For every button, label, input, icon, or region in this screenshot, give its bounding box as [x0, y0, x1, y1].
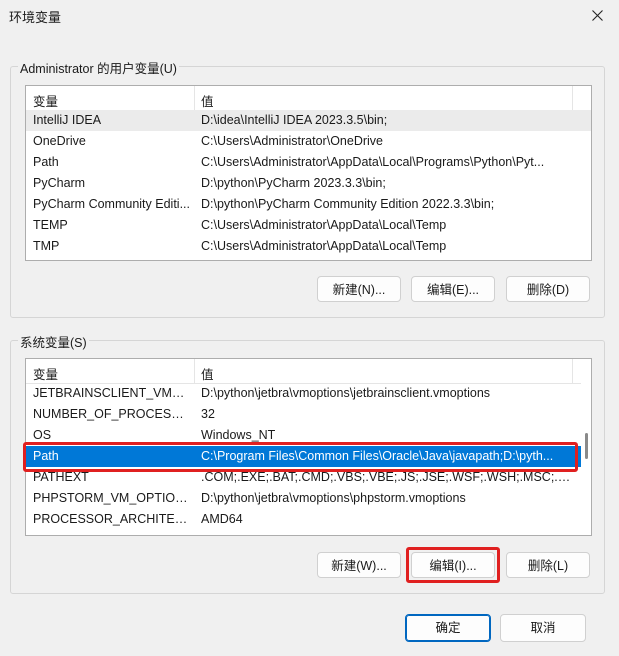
- column-header-value[interactable]: 值: [201, 91, 214, 110]
- variable-name: PyCharm: [33, 176, 86, 190]
- variable-name: NUMBER_OF_PROCESSORS: [33, 407, 191, 421]
- variable-name: PROCESSOR_ARCHITECT...: [33, 512, 191, 526]
- user-new-button[interactable]: 新建(N)...: [317, 276, 401, 302]
- variable-value: D:\python\PyCharm Community Edition 2022…: [201, 197, 495, 211]
- title-bar: 环境变量: [0, 0, 619, 30]
- cancel-button[interactable]: 取消: [500, 614, 586, 642]
- variable-name: OneDrive: [33, 134, 86, 148]
- variable-value: D:\idea\IntelliJ IDEA 2023.3.5\bin;: [201, 113, 388, 127]
- list-item[interactable]: PATHEXT .COM;.EXE;.BAT;.CMD;.VBS;.VBE;.JS…: [26, 467, 591, 488]
- column-divider[interactable]: [572, 86, 573, 110]
- list-item[interactable]: PHPSTORM_VM_OPTIONS D:\python\jetbra\vmop…: [26, 488, 591, 509]
- variable-value: C:\Users\Administrator\OneDrive: [201, 134, 383, 148]
- user-rows: IntelliJ IDEA D:\idea\IntelliJ IDEA 2023.…: [26, 110, 591, 257]
- variable-value: AMD64: [201, 512, 243, 526]
- variable-name: PyCharm Community Editi...: [33, 197, 190, 211]
- window-title: 环境变量: [9, 10, 62, 25]
- list-item[interactable]: JETBRAINSCLIENT_VM_O... D:\python\jetbra\…: [26, 383, 591, 404]
- vertical-scrollbar[interactable]: [581, 359, 591, 535]
- list-item[interactable]: PROCESSOR_ARCHITECT... AMD64: [26, 509, 591, 530]
- system-rows: JETBRAINSCLIENT_VM_O... D:\python\jetbra\…: [26, 383, 591, 530]
- variable-name: Path: [33, 155, 59, 169]
- list-item[interactable]: OneDrive C:\Users\Administrator\OneDrive: [26, 131, 591, 152]
- list-item[interactable]: IntelliJ IDEA D:\idea\IntelliJ IDEA 2023.…: [26, 110, 591, 131]
- user-variables-label: Administrator 的用户变量(U): [18, 58, 179, 77]
- list-item[interactable]: OS Windows_NT: [26, 425, 591, 446]
- system-new-button[interactable]: 新建(W)...: [317, 552, 401, 578]
- list-item[interactable]: NUMBER_OF_PROCESSORS 32: [26, 404, 591, 425]
- list-item-selected[interactable]: Path C:\Program Files\Common Files\Oracle…: [26, 446, 591, 467]
- list-item[interactable]: PyCharm Community Editi... D:\python\PyCh…: [26, 194, 591, 215]
- variable-value: C:\Users\Administrator\AppData\Local\Tem…: [201, 218, 447, 232]
- list-header: 变量 值: [26, 359, 591, 384]
- variable-name: JETBRAINSCLIENT_VM_O...: [33, 386, 191, 400]
- variable-value: 32: [201, 407, 215, 421]
- variable-value: Windows_NT: [201, 428, 276, 442]
- variable-value: D:\python\jetbra\vmoptions\jetbrainsclie…: [201, 386, 491, 400]
- variable-value: D:\python\jetbra\vmoptions\phpstorm.vmop…: [201, 491, 466, 505]
- variable-value: C:\Users\Administrator\AppData\Local\Tem…: [201, 239, 447, 253]
- variable-name: IntelliJ IDEA: [33, 113, 102, 127]
- variable-name: Path: [33, 449, 59, 463]
- column-divider[interactable]: [194, 86, 195, 110]
- variable-value: C:\Users\Administrator\AppData\Local\Pro…: [201, 155, 545, 169]
- user-edit-button[interactable]: 编辑(E)...: [411, 276, 495, 302]
- column-divider[interactable]: [194, 359, 195, 383]
- variable-name: TEMP: [33, 218, 68, 232]
- user-delete-button[interactable]: 删除(D): [506, 276, 590, 302]
- user-variables-list[interactable]: 变量 值 IntelliJ IDEA D:\idea\IntelliJ IDEA …: [25, 85, 592, 261]
- variable-name: PHPSTORM_VM_OPTIONS: [33, 491, 191, 505]
- list-item[interactable]: TEMP C:\Users\Administrator\AppData\Local…: [26, 215, 591, 236]
- variable-value: C:\Program Files\Common Files\Oracle\Jav…: [201, 449, 554, 463]
- variable-value: D:\python\PyCharm 2023.3.3\bin;: [201, 176, 386, 190]
- column-header-variable[interactable]: 变量: [33, 91, 58, 110]
- list-item[interactable]: PyCharm D:\python\PyCharm 2023.3.3\bin;: [26, 173, 591, 194]
- variable-name: PATHEXT: [33, 470, 89, 484]
- column-divider[interactable]: [572, 359, 573, 383]
- scroll-thumb[interactable]: [585, 433, 588, 459]
- list-header: 变量 值: [26, 86, 591, 111]
- variable-name: OS: [33, 428, 52, 442]
- list-item[interactable]: Path C:\Users\Administrator\AppData\Local…: [26, 152, 591, 173]
- column-header-value[interactable]: 值: [201, 364, 214, 383]
- list-item[interactable]: TMP C:\Users\Administrator\AppData\Local\…: [26, 236, 591, 257]
- variable-value: .COM;.EXE;.BAT;.CMD;.VBS;.VBE;.JS;.JSE;.…: [201, 470, 571, 484]
- column-header-variable[interactable]: 变量: [33, 364, 58, 383]
- ok-button[interactable]: 确定: [405, 614, 491, 642]
- variable-name: TMP: [33, 239, 60, 253]
- system-variables-list[interactable]: 变量 值 JETBRAINSCLIENT_VM_O... D:\python\je…: [25, 358, 592, 536]
- system-delete-button[interactable]: 删除(L): [506, 552, 590, 578]
- close-button[interactable]: [575, 0, 619, 30]
- system-edit-button[interactable]: 编辑(I)...: [411, 552, 495, 578]
- system-variables-label: 系统变量(S): [18, 332, 89, 351]
- close-icon: [591, 9, 603, 21]
